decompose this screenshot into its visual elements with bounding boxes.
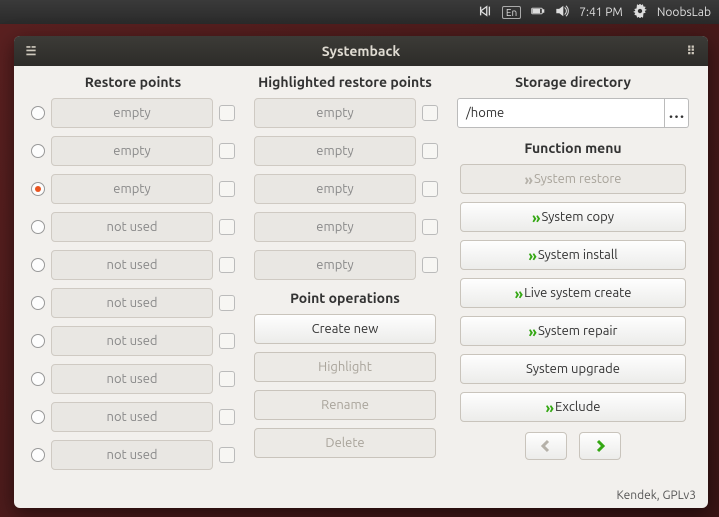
system-upgrade-button[interactable]: System upgrade [460,354,686,384]
titlebar: ☱ Systemback ⠿ [14,36,708,66]
delete-button[interactable]: Delete [254,428,436,458]
system-restore-button[interactable]: »System restore [460,164,686,194]
restore-point-checkbox[interactable] [219,447,235,463]
highlighted-point-row: empty [254,250,438,280]
battery-icon[interactable] [531,4,545,21]
restore-point-slot[interactable]: not used [51,250,213,280]
system-install-button[interactable]: »System install [460,240,686,270]
highlighted-point-row: empty [254,136,438,166]
highlighted-points-header: Highlighted restore points [258,74,432,90]
highlighted-point-slot[interactable]: empty [254,136,416,166]
storage-path-input[interactable]: /home [457,98,665,128]
restore-point-checkbox[interactable] [219,295,235,311]
restore-point-slot[interactable]: not used [51,440,213,470]
window-menu-icon[interactable]: ☱ [22,42,40,60]
restore-point-radio[interactable] [31,144,45,158]
restore-point-row: not used [31,402,235,432]
restore-point-row: empty [31,136,235,166]
storage-directory-header: Storage directory [515,74,631,90]
highlighted-point-slot[interactable]: empty [254,98,416,128]
user-name[interactable]: NoobsLab [657,6,711,19]
restore-point-checkbox[interactable] [219,371,235,387]
restore-point-checkbox[interactable] [219,219,235,235]
window-grip-icon[interactable]: ⠿ [682,42,700,60]
restore-point-row: not used [31,326,235,356]
window-title: Systemback [322,43,400,59]
nav-back-button[interactable] [525,432,567,460]
highlighted-point-checkbox[interactable] [422,181,438,197]
rename-button[interactable]: Rename [254,390,436,420]
function-menu-header: Function menu [524,140,621,156]
point-operations-header: Point operations [290,290,400,306]
restore-point-row: not used [31,250,235,280]
restore-point-radio[interactable] [31,258,45,272]
highlighted-point-checkbox[interactable] [422,219,438,235]
storage-browse-button[interactable]: … [665,98,689,128]
highlighted-point-slot[interactable]: empty [254,212,416,242]
highlighted-point-row: empty [254,98,438,128]
restore-point-radio[interactable] [31,106,45,120]
highlighted-point-checkbox[interactable] [422,105,438,121]
highlighted-point-row: empty [254,174,438,204]
restore-point-radio[interactable] [31,220,45,234]
restore-point-row: not used [31,364,235,394]
clock[interactable]: 7:41 PM [579,6,623,19]
restore-point-slot[interactable]: not used [51,288,213,318]
restore-point-row: empty [31,174,235,204]
restore-point-row: empty [31,98,235,128]
gear-icon[interactable] [633,4,647,21]
restore-point-slot[interactable]: empty [51,174,213,204]
restore-point-checkbox[interactable] [219,143,235,159]
network-icon[interactable] [478,4,492,21]
restore-points-header: Restore points [85,74,181,90]
restore-point-checkbox[interactable] [219,105,235,121]
systemback-window: ☱ Systemback ⠿ Restore points empty empty… [14,36,708,508]
restore-point-row: not used [31,440,235,470]
restore-point-checkbox[interactable] [219,181,235,197]
live-system-create-button[interactable]: »Live system create [460,278,686,308]
exclude-button[interactable]: »Exclude [460,392,686,422]
nav-forward-button[interactable] [579,432,621,460]
create-new-button[interactable]: Create new [254,314,436,344]
restore-point-slot[interactable]: empty [51,98,213,128]
highlighted-point-checkbox[interactable] [422,257,438,273]
restore-point-row: not used [31,212,235,242]
footer-credits: Kendek, GPLv3 [14,489,708,508]
restore-point-checkbox[interactable] [219,409,235,425]
highlighted-point-row: empty [254,212,438,242]
highlight-button[interactable]: Highlight [254,352,436,382]
highlighted-point-checkbox[interactable] [422,143,438,159]
restore-point-radio[interactable] [31,448,45,462]
restore-point-radio[interactable] [31,334,45,348]
restore-point-checkbox[interactable] [219,257,235,273]
restore-point-checkbox[interactable] [219,333,235,349]
restore-point-slot[interactable]: not used [51,364,213,394]
highlighted-point-slot[interactable]: empty [254,250,416,280]
restore-point-slot[interactable]: not used [51,326,213,356]
restore-point-radio[interactable] [31,182,45,196]
highlighted-point-slot[interactable]: empty [254,174,416,204]
volume-icon[interactable] [555,4,569,21]
restore-point-slot[interactable]: not used [51,402,213,432]
restore-point-radio[interactable] [31,410,45,424]
system-copy-button[interactable]: »System copy [460,202,686,232]
restore-point-slot[interactable]: empty [51,136,213,166]
keyboard-lang[interactable]: En [502,6,521,19]
restore-point-radio[interactable] [31,296,45,310]
system-topbar: En 7:41 PM NoobsLab [0,0,719,24]
restore-point-row: not used [31,288,235,318]
restore-point-slot[interactable]: not used [51,212,213,242]
system-repair-button[interactable]: »System repair [460,316,686,346]
restore-point-radio[interactable] [31,372,45,386]
